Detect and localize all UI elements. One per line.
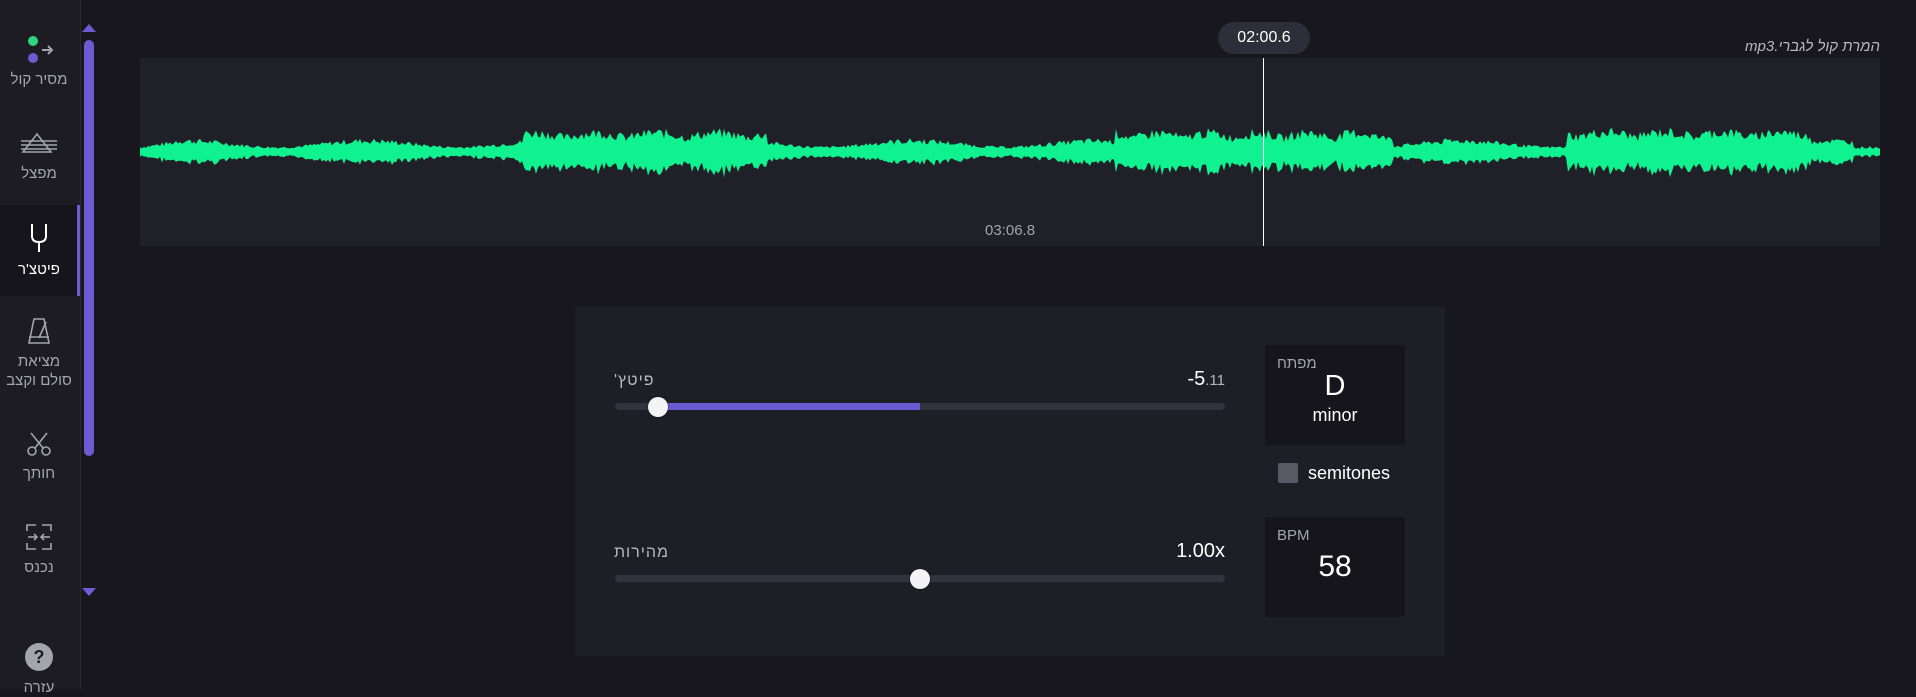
pitch-label: פיטץ' xyxy=(614,372,655,389)
sidebar-item-label: מפצל xyxy=(21,165,57,182)
sidebar-item-key-bpm-finder[interactable]: מציאת סולם וקצב xyxy=(0,316,78,392)
semitones-label: semitones xyxy=(1308,463,1391,483)
semitones-checkbox[interactable] xyxy=(1278,463,1298,483)
active-indicator xyxy=(77,205,80,296)
sidebar: מסיר קול מפצל פיטצ'ר מציאת סולם וקצב חות… xyxy=(0,0,81,696)
sidebar-item-splitter[interactable]: מפצל xyxy=(0,130,78,188)
splitter-icon xyxy=(19,130,59,164)
key-mode: minor xyxy=(1312,405,1358,425)
scroll-down-arrow-icon[interactable] xyxy=(82,588,96,596)
speed-slider-handle[interactable] xyxy=(910,569,930,589)
bpm-box: BPM 58 xyxy=(1265,517,1405,617)
svg-text:?: ? xyxy=(34,647,45,667)
joiner-icon xyxy=(24,522,54,558)
vocal-remover-icon xyxy=(22,34,56,70)
pitch-value: -5.11 xyxy=(1187,368,1225,390)
pitch-controls-panel: פיטץ' -5.11 מהירות 1.00x מפתח D minor se… xyxy=(575,307,1445,656)
key-note: D xyxy=(1324,370,1346,402)
sidebar-item-label: פיטצ'ר xyxy=(18,261,60,278)
total-duration: 03:06.8 xyxy=(985,222,1036,239)
key-box: מפתח D minor xyxy=(1265,345,1405,445)
help-icon: ? xyxy=(24,642,54,678)
sidebar-item-label: עזרה xyxy=(23,679,55,696)
sidebar-item-pitcher[interactable]: פיטצ'ר xyxy=(0,205,78,296)
waveform-graphic xyxy=(140,127,1880,178)
sidebar-item-help[interactable]: ? עזרה xyxy=(0,642,78,696)
bpm-value: 58 xyxy=(1318,550,1352,583)
file-name: המרת קול לגברי.mp3 xyxy=(1745,38,1880,55)
speed-label: מהירות xyxy=(614,544,670,561)
speed-value: 1.00x xyxy=(1176,540,1225,562)
waveform-shape xyxy=(140,127,1880,178)
waveform[interactable] xyxy=(140,58,1880,246)
sidebar-item-label: מציאת סולם וקצב xyxy=(6,353,72,389)
tuning-fork-icon xyxy=(27,222,51,260)
current-time: 02:00.6 xyxy=(1218,22,1310,54)
pitch-slider-fill xyxy=(657,403,920,410)
pitch-slider-handle[interactable] xyxy=(647,397,668,417)
sidebar-item-label: מסיר קול xyxy=(10,71,68,88)
scroll-up-arrow-icon[interactable] xyxy=(82,24,96,32)
metronome-icon xyxy=(26,316,52,352)
scissors-icon xyxy=(25,430,53,464)
sidebar-item-label: חותך xyxy=(22,465,56,482)
pitch-slider[interactable] xyxy=(615,403,1225,410)
sidebar-item-label: נכנס xyxy=(24,559,54,576)
sidebar-item-cutter[interactable]: חותך xyxy=(0,430,78,488)
sidebar-scrollbar[interactable] xyxy=(84,40,94,456)
sidebar-item-joiner[interactable]: נכנס xyxy=(0,522,78,580)
sidebar-item-vocal-remover[interactable]: מסיר קול xyxy=(0,34,78,92)
playhead[interactable] xyxy=(1263,58,1264,246)
bpm-label: BPM xyxy=(1277,527,1310,544)
